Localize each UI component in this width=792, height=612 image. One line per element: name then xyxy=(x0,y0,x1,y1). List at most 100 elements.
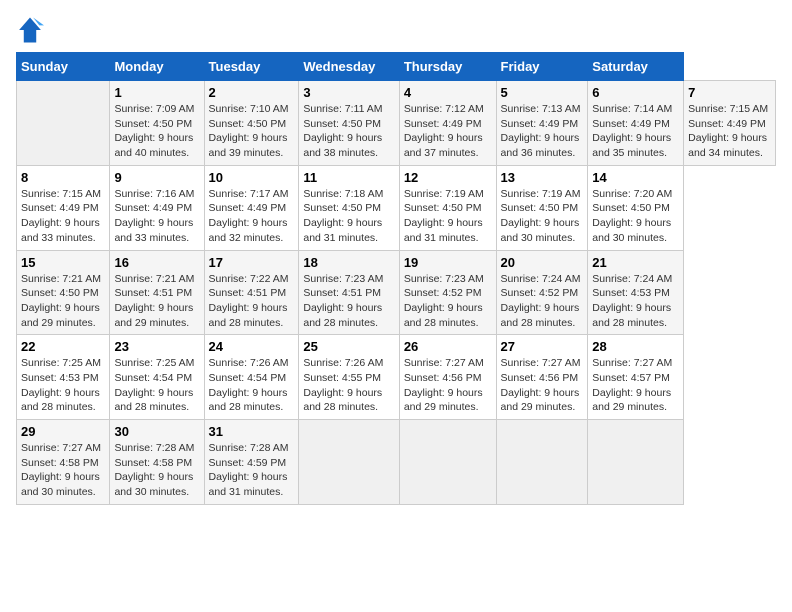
day-detail: Sunrise: 7:09 AMSunset: 4:50 PMDaylight:… xyxy=(114,102,199,161)
calendar-cell: 23 Sunrise: 7:25 AMSunset: 4:54 PMDayligh… xyxy=(110,335,204,420)
header-cell-wednesday: Wednesday xyxy=(299,53,399,81)
day-number: 14 xyxy=(592,170,679,185)
day-detail: Sunrise: 7:25 AMSunset: 4:54 PMDaylight:… xyxy=(114,356,199,415)
empty-cell xyxy=(299,420,399,505)
day-detail: Sunrise: 7:21 AMSunset: 4:50 PMDaylight:… xyxy=(21,272,105,331)
calendar-cell: 24Sunrise: 7:26 AMSunset: 4:54 PMDayligh… xyxy=(204,335,299,420)
calendar-cell: 2Sunrise: 7:10 AMSunset: 4:50 PMDaylight… xyxy=(204,81,299,166)
day-number: 5 xyxy=(501,85,584,100)
day-detail: Sunrise: 7:13 AMSunset: 4:49 PMDaylight:… xyxy=(501,102,584,161)
page-header xyxy=(16,16,776,44)
day-number: 29 xyxy=(21,424,105,439)
day-number: 30 xyxy=(114,424,199,439)
empty-cell xyxy=(399,420,496,505)
day-number: 19 xyxy=(404,255,492,270)
header-cell-monday: Monday xyxy=(110,53,204,81)
empty-cell xyxy=(588,420,684,505)
day-detail: Sunrise: 7:27 AMSunset: 4:57 PMDaylight:… xyxy=(592,356,679,415)
calendar-cell: 12Sunrise: 7:19 AMSunset: 4:50 PMDayligh… xyxy=(399,165,496,250)
day-number: 8 xyxy=(21,170,105,185)
calendar-cell: 1 Sunrise: 7:09 AMSunset: 4:50 PMDaylight… xyxy=(110,81,204,166)
calendar-body: 1 Sunrise: 7:09 AMSunset: 4:50 PMDaylight… xyxy=(17,81,776,505)
day-number: 11 xyxy=(303,170,394,185)
empty-cell xyxy=(17,81,110,166)
day-detail: Sunrise: 7:18 AMSunset: 4:50 PMDaylight:… xyxy=(303,187,394,246)
calendar-cell: 10Sunrise: 7:17 AMSunset: 4:49 PMDayligh… xyxy=(204,165,299,250)
day-number: 4 xyxy=(404,85,492,100)
calendar-week-row: 1 Sunrise: 7:09 AMSunset: 4:50 PMDaylight… xyxy=(17,81,776,166)
day-detail: Sunrise: 7:27 AMSunset: 4:56 PMDaylight:… xyxy=(501,356,584,415)
day-detail: Sunrise: 7:15 AMSunset: 4:49 PMDaylight:… xyxy=(21,187,105,246)
day-detail: Sunrise: 7:27 AMSunset: 4:56 PMDaylight:… xyxy=(404,356,492,415)
calendar-cell: 6Sunrise: 7:14 AMSunset: 4:49 PMDaylight… xyxy=(588,81,684,166)
day-number: 16 xyxy=(114,255,199,270)
calendar-cell: 20 Sunrise: 7:24 AMSunset: 4:52 PMDayligh… xyxy=(496,250,588,335)
day-number: 1 xyxy=(114,85,199,100)
calendar-week-row: 15 Sunrise: 7:21 AMSunset: 4:50 PMDayligh… xyxy=(17,250,776,335)
day-detail: Sunrise: 7:19 AMSunset: 4:50 PMDaylight:… xyxy=(501,187,584,246)
day-detail: Sunrise: 7:12 AMSunset: 4:49 PMDaylight:… xyxy=(404,102,492,161)
day-number: 9 xyxy=(114,170,199,185)
day-detail: Sunrise: 7:11 AMSunset: 4:50 PMDaylight:… xyxy=(303,102,394,161)
calendar-cell: 16 Sunrise: 7:21 AMSunset: 4:51 PMDayligh… xyxy=(110,250,204,335)
day-detail: Sunrise: 7:27 AMSunset: 4:58 PMDaylight:… xyxy=(21,441,105,500)
calendar-cell: 11 Sunrise: 7:18 AMSunset: 4:50 PMDayligh… xyxy=(299,165,399,250)
calendar-table: SundayMondayTuesdayWednesdayThursdayFrid… xyxy=(16,52,776,505)
calendar-cell: 9 Sunrise: 7:16 AMSunset: 4:49 PMDaylight… xyxy=(110,165,204,250)
day-detail: Sunrise: 7:28 AMSunset: 4:58 PMDaylight:… xyxy=(114,441,199,500)
day-detail: Sunrise: 7:23 AMSunset: 4:51 PMDaylight:… xyxy=(303,272,394,331)
header-cell-sunday: Sunday xyxy=(17,53,110,81)
day-number: 27 xyxy=(501,339,584,354)
calendar-cell: 28 Sunrise: 7:27 AMSunset: 4:57 PMDayligh… xyxy=(588,335,684,420)
calendar-cell: 13 Sunrise: 7:19 AMSunset: 4:50 PMDayligh… xyxy=(496,165,588,250)
day-number: 28 xyxy=(592,339,679,354)
header-cell-tuesday: Tuesday xyxy=(204,53,299,81)
calendar-cell: 22 Sunrise: 7:25 AMSunset: 4:53 PMDayligh… xyxy=(17,335,110,420)
calendar-cell: 31 Sunrise: 7:28 AMSunset: 4:59 PMDayligh… xyxy=(204,420,299,505)
calendar-cell: 26Sunrise: 7:27 AMSunset: 4:56 PMDayligh… xyxy=(399,335,496,420)
day-number: 20 xyxy=(501,255,584,270)
day-number: 18 xyxy=(303,255,394,270)
day-number: 25 xyxy=(303,339,394,354)
day-detail: Sunrise: 7:21 AMSunset: 4:51 PMDaylight:… xyxy=(114,272,199,331)
day-detail: Sunrise: 7:20 AMSunset: 4:50 PMDaylight:… xyxy=(592,187,679,246)
calendar-cell: 15 Sunrise: 7:21 AMSunset: 4:50 PMDayligh… xyxy=(17,250,110,335)
day-number: 15 xyxy=(21,255,105,270)
calendar-week-row: 8 Sunrise: 7:15 AMSunset: 4:49 PMDaylight… xyxy=(17,165,776,250)
header-cell-friday: Friday xyxy=(496,53,588,81)
day-detail: Sunrise: 7:24 AMSunset: 4:52 PMDaylight:… xyxy=(501,272,584,331)
calendar-cell: 8 Sunrise: 7:15 AMSunset: 4:49 PMDaylight… xyxy=(17,165,110,250)
day-number: 23 xyxy=(114,339,199,354)
logo xyxy=(16,16,48,44)
day-number: 31 xyxy=(209,424,295,439)
day-detail: Sunrise: 7:14 AMSunset: 4:49 PMDaylight:… xyxy=(592,102,679,161)
calendar-cell: 21Sunrise: 7:24 AMSunset: 4:53 PMDayligh… xyxy=(588,250,684,335)
calendar-cell: 27 Sunrise: 7:27 AMSunset: 4:56 PMDayligh… xyxy=(496,335,588,420)
day-detail: Sunrise: 7:26 AMSunset: 4:54 PMDaylight:… xyxy=(209,356,295,415)
day-detail: Sunrise: 7:24 AMSunset: 4:53 PMDaylight:… xyxy=(592,272,679,331)
calendar-week-row: 29 Sunrise: 7:27 AMSunset: 4:58 PMDayligh… xyxy=(17,420,776,505)
day-number: 13 xyxy=(501,170,584,185)
calendar-cell: 17Sunrise: 7:22 AMSunset: 4:51 PMDayligh… xyxy=(204,250,299,335)
day-number: 12 xyxy=(404,170,492,185)
day-number: 3 xyxy=(303,85,394,100)
day-number: 22 xyxy=(21,339,105,354)
day-detail: Sunrise: 7:16 AMSunset: 4:49 PMDaylight:… xyxy=(114,187,199,246)
calendar-cell: 3 Sunrise: 7:11 AMSunset: 4:50 PMDaylight… xyxy=(299,81,399,166)
calendar-cell: 7 Sunrise: 7:15 AMSunset: 4:49 PMDaylight… xyxy=(684,81,776,166)
day-detail: Sunrise: 7:23 AMSunset: 4:52 PMDaylight:… xyxy=(404,272,492,331)
day-detail: Sunrise: 7:15 AMSunset: 4:49 PMDaylight:… xyxy=(688,102,771,161)
calendar-cell: 29 Sunrise: 7:27 AMSunset: 4:58 PMDayligh… xyxy=(17,420,110,505)
calendar-cell: 18 Sunrise: 7:23 AMSunset: 4:51 PMDayligh… xyxy=(299,250,399,335)
calendar-header-row: SundayMondayTuesdayWednesdayThursdayFrid… xyxy=(17,53,776,81)
day-detail: Sunrise: 7:10 AMSunset: 4:50 PMDaylight:… xyxy=(209,102,295,161)
logo-icon xyxy=(16,16,44,44)
calendar-week-row: 22 Sunrise: 7:25 AMSunset: 4:53 PMDayligh… xyxy=(17,335,776,420)
day-detail: Sunrise: 7:25 AMSunset: 4:53 PMDaylight:… xyxy=(21,356,105,415)
day-detail: Sunrise: 7:28 AMSunset: 4:59 PMDaylight:… xyxy=(209,441,295,500)
day-number: 17 xyxy=(209,255,295,270)
calendar-cell: 25Sunrise: 7:26 AMSunset: 4:55 PMDayligh… xyxy=(299,335,399,420)
day-number: 7 xyxy=(688,85,771,100)
calendar-cell: 19 Sunrise: 7:23 AMSunset: 4:52 PMDayligh… xyxy=(399,250,496,335)
header-cell-saturday: Saturday xyxy=(588,53,684,81)
